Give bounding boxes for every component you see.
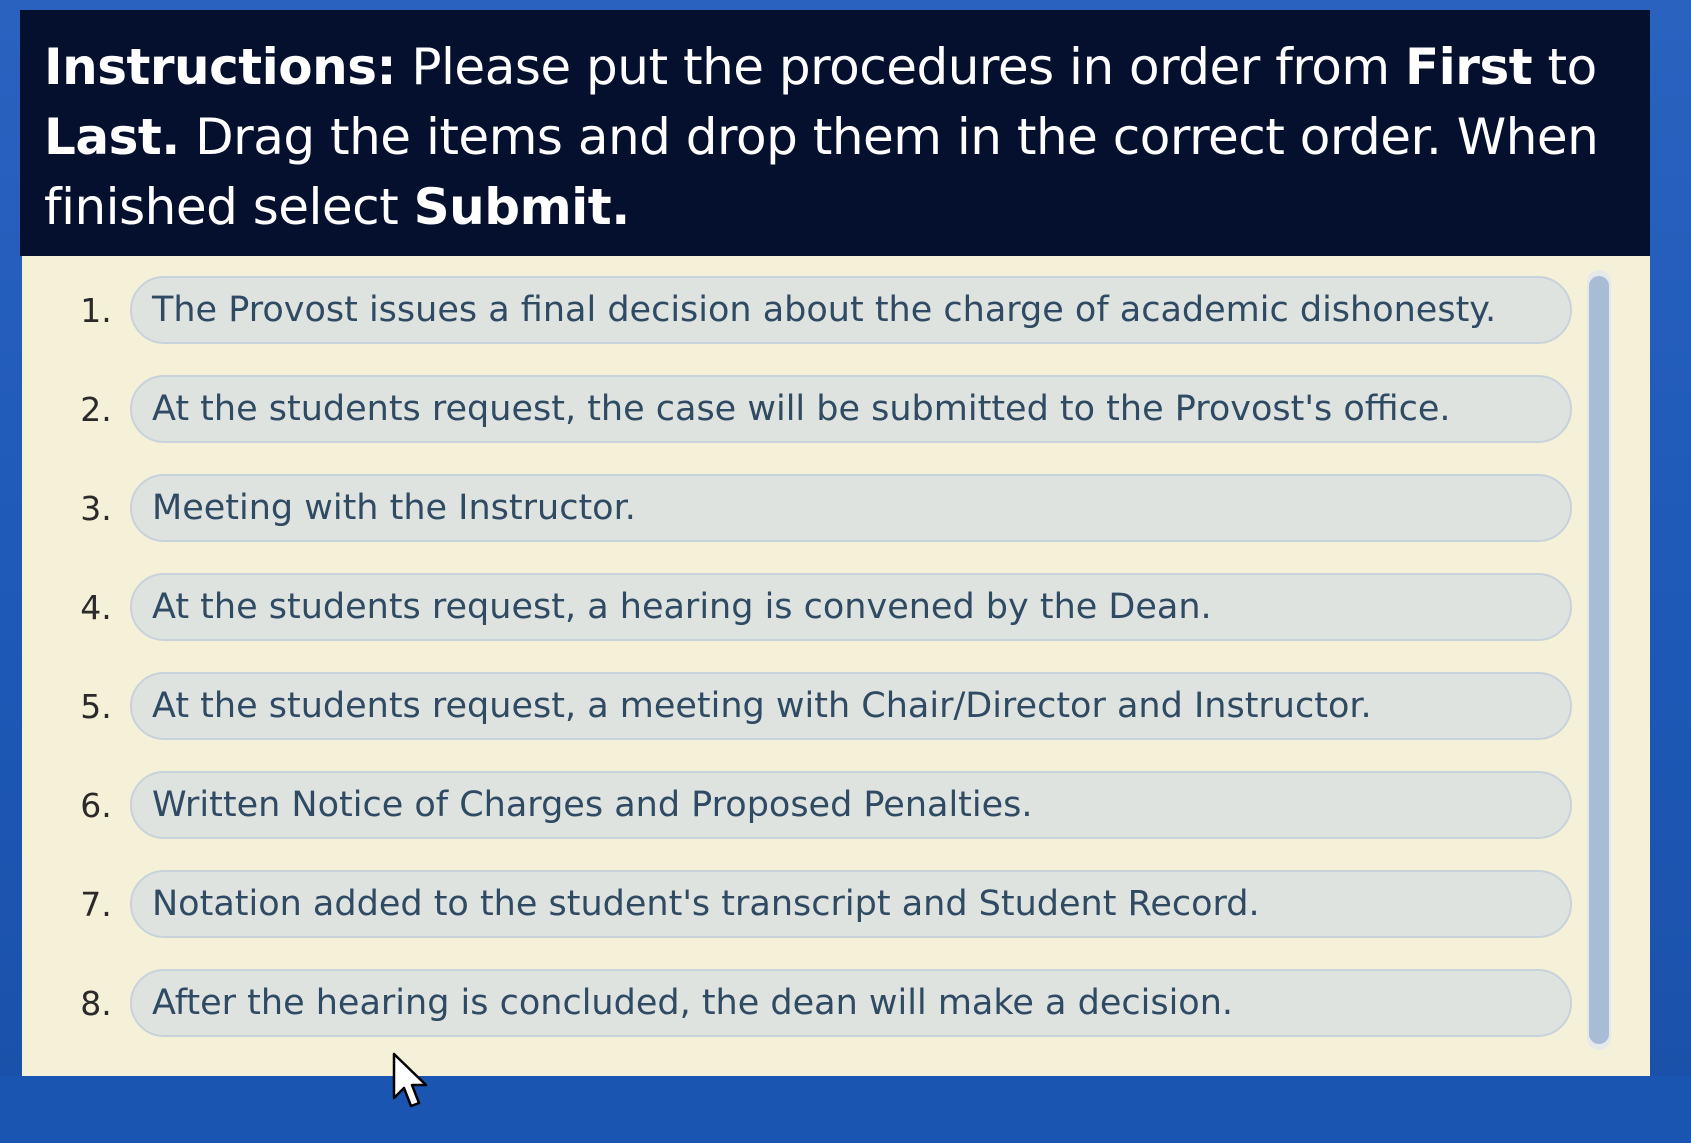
instructions-submit: Submit.	[413, 178, 631, 236]
list-item: 2. At the students request, the case wil…	[62, 369, 1572, 449]
item-number: 7.	[80, 884, 112, 924]
arrow-cursor-icon	[392, 1052, 428, 1108]
list-item: 7. Notation added to the student's trans…	[62, 864, 1572, 944]
list-item: 6. Written Notice of Charges and Propose…	[62, 765, 1572, 845]
draggable-item[interactable]: Notation added to the student's transcri…	[130, 870, 1572, 938]
draggable-item[interactable]: Meeting with the Instructor.	[130, 474, 1572, 542]
draggable-item[interactable]: At the students request, the case will b…	[130, 375, 1572, 443]
draggable-item[interactable]: After the hearing is concluded, the dean…	[130, 969, 1572, 1037]
draggable-item[interactable]: Written Notice of Charges and Proposed P…	[130, 771, 1572, 839]
item-number: 1.	[80, 290, 112, 330]
ordering-panel: 1. The Provost issues a final decision a…	[22, 256, 1650, 1076]
item-number: 2.	[80, 389, 112, 429]
instructions-text-3: Drag the items and drop them in the corr…	[44, 108, 1599, 236]
draggable-item[interactable]: At the students request, a hearing is co…	[130, 573, 1572, 641]
instructions-last: Last.	[44, 108, 180, 166]
item-number: 3.	[80, 488, 112, 528]
item-number: 6.	[80, 785, 112, 825]
bottom-bar	[0, 1076, 1691, 1143]
draggable-item[interactable]: The Provost issues a final decision abou…	[130, 276, 1572, 344]
instructions-banner: Instructions: Please put the procedures …	[20, 10, 1650, 256]
draggable-item[interactable]: At the students request, a meeting with …	[130, 672, 1572, 740]
scrollbar-thumb[interactable]	[1589, 276, 1609, 1044]
instructions-text-2: to	[1532, 38, 1598, 96]
list-item: 1. The Provost issues a final decision a…	[62, 270, 1572, 350]
ordering-list: 1. The Provost issues a final decision a…	[62, 270, 1572, 1062]
item-number: 8.	[80, 983, 112, 1023]
item-number: 5.	[80, 686, 112, 726]
list-item: 5. At the students request, a meeting wi…	[62, 666, 1572, 746]
instructions-first: First	[1405, 38, 1533, 96]
item-number: 4.	[80, 587, 112, 627]
screen-frame: Instructions: Please put the procedures …	[0, 0, 1691, 1143]
scrollbar[interactable]	[1587, 270, 1611, 1050]
instructions-label: Instructions:	[44, 38, 397, 96]
instructions-text-1: Please put the procedures in order from	[396, 38, 1405, 96]
list-item: 4. At the students request, a hearing is…	[62, 567, 1572, 647]
list-item: 3. Meeting with the Instructor.	[62, 468, 1572, 548]
list-item: 8. After the hearing is concluded, the d…	[62, 963, 1572, 1043]
